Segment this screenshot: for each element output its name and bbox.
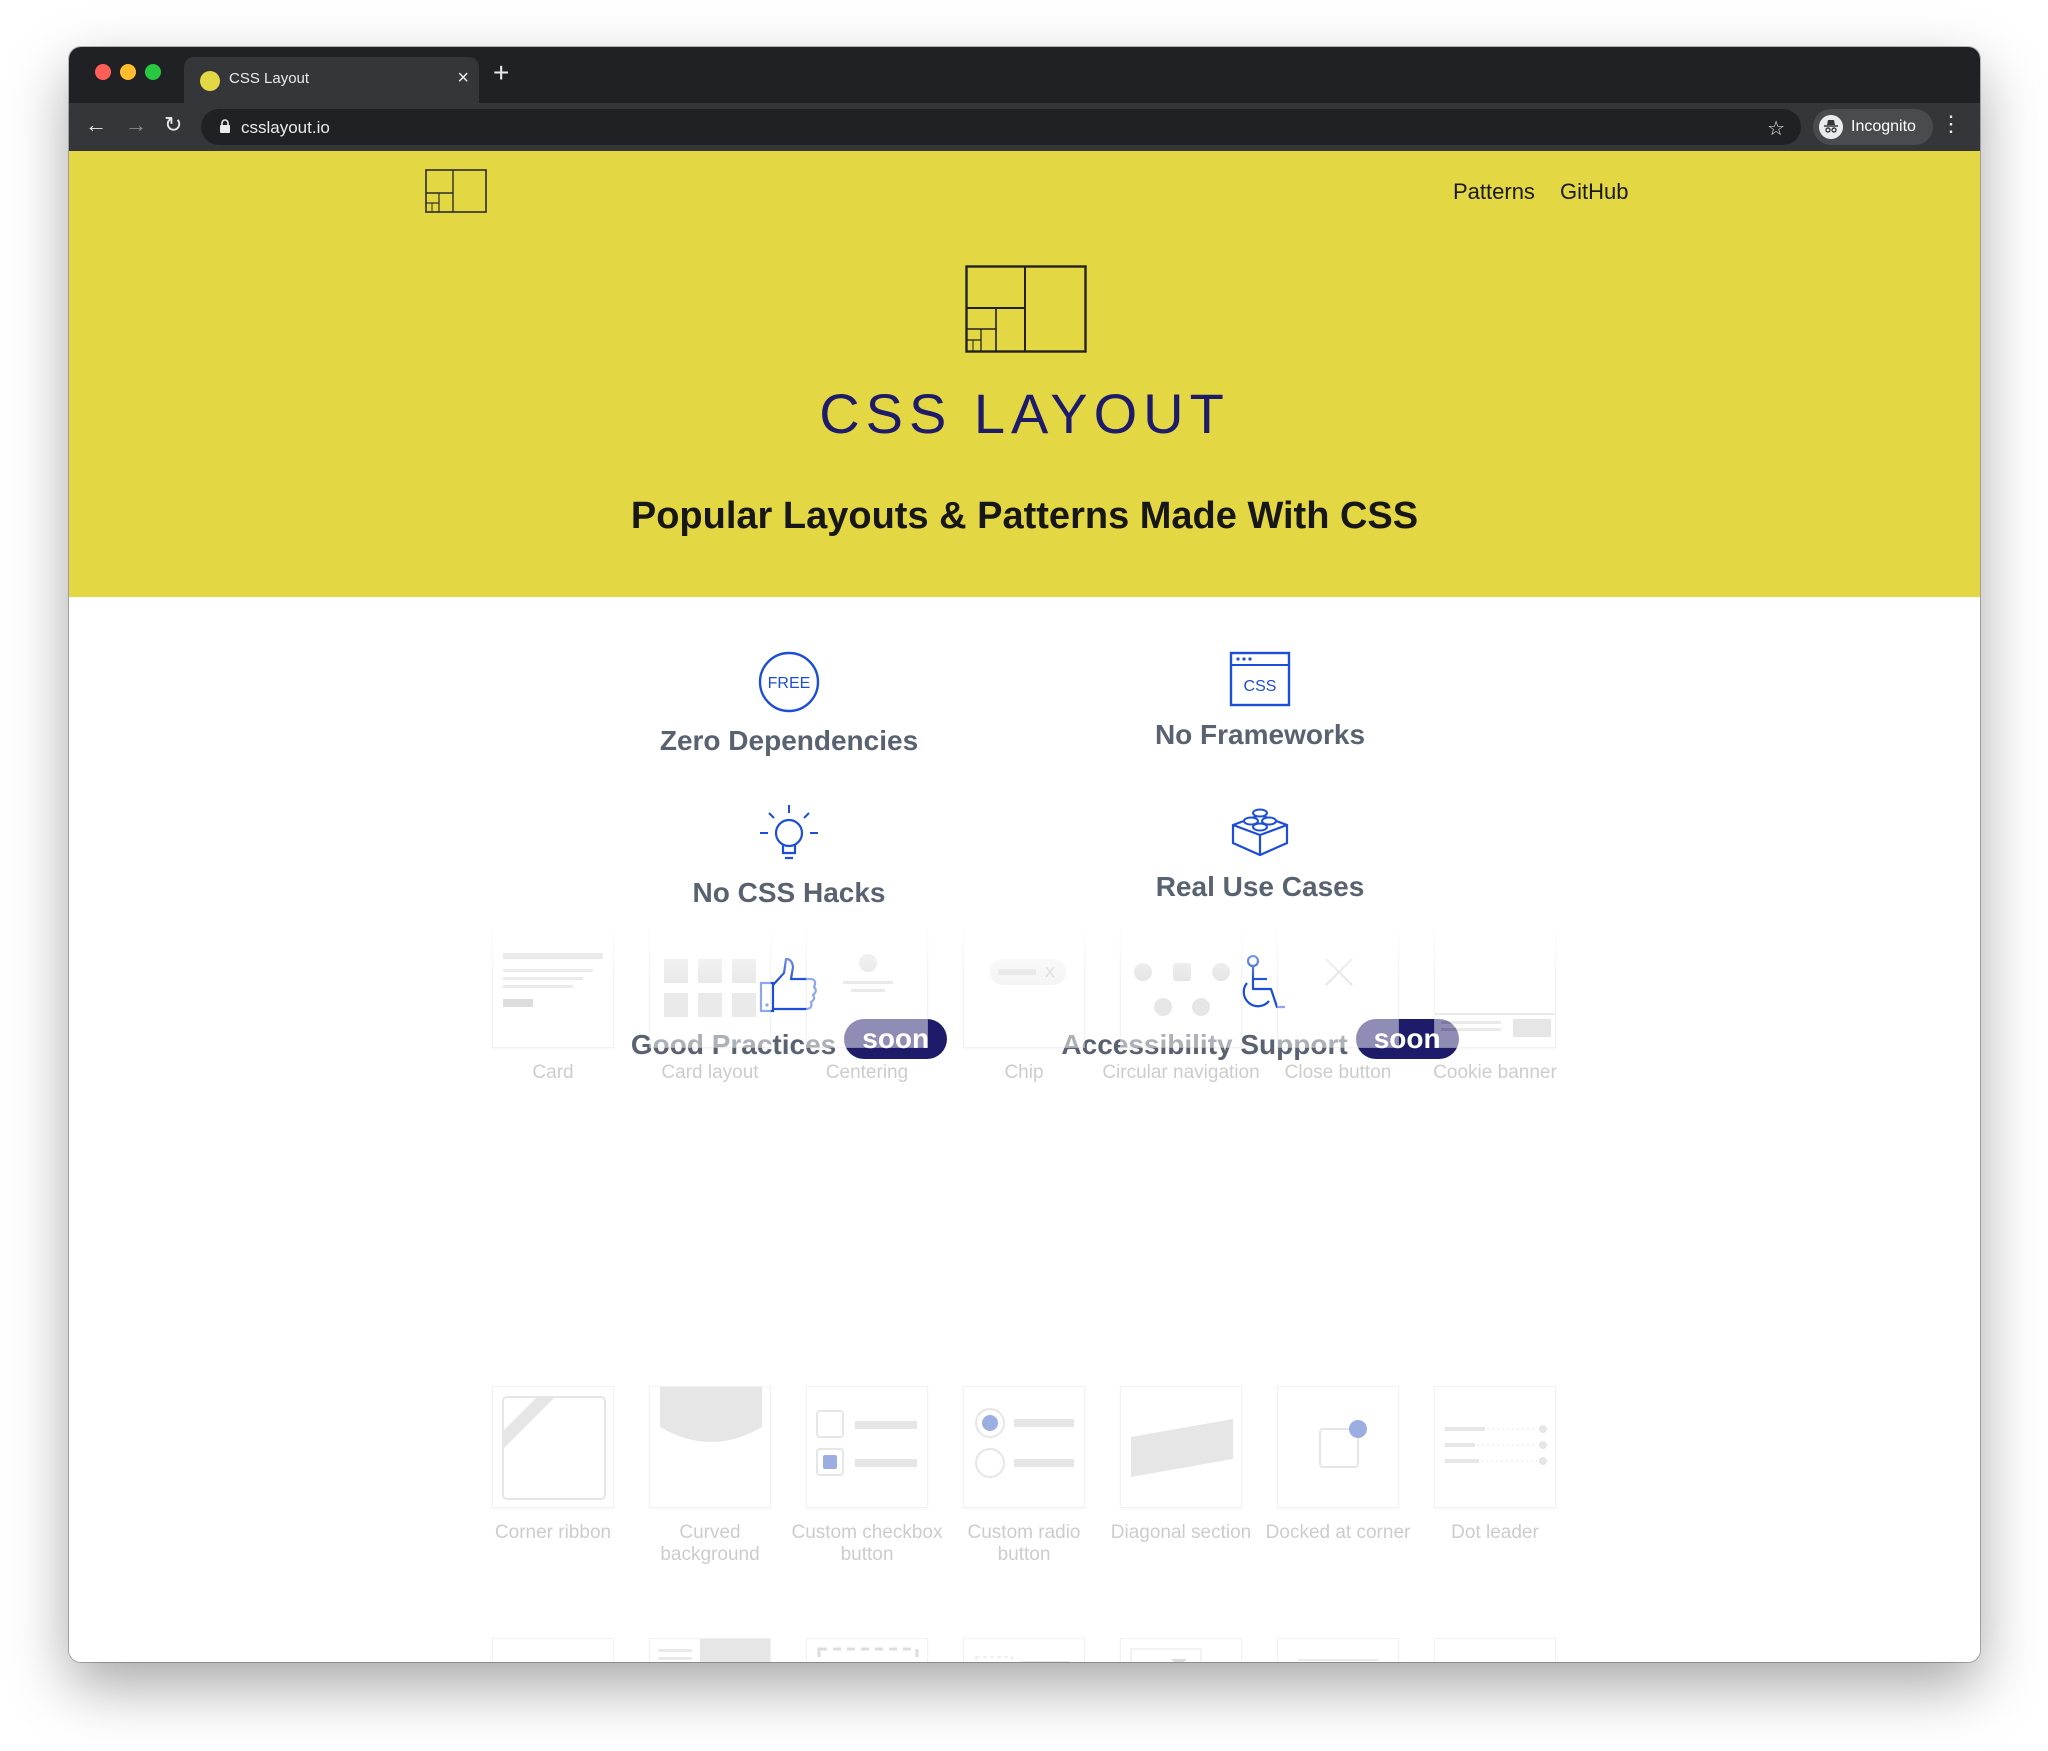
back-arrow-icon[interactable]: ← xyxy=(85,114,107,136)
pattern-label: Chip xyxy=(1004,1062,1044,1083)
pattern-thumbnail xyxy=(963,1386,1085,1508)
centering-thumbnail-icon xyxy=(843,954,893,992)
minimize-window-dot[interactable] xyxy=(120,64,136,80)
close-window-dot[interactable] xyxy=(95,64,111,80)
pattern-thumbnail xyxy=(806,1638,928,1662)
tab-close-icon[interactable]: × xyxy=(457,67,469,90)
pattern-thumbnail xyxy=(806,926,928,1048)
incognito-icon xyxy=(1819,115,1843,139)
diagonal-section-thumbnail-icon xyxy=(1131,1419,1233,1477)
lock-icon xyxy=(220,119,230,133)
pattern-label: Corner ribbon xyxy=(494,1522,612,1543)
desktop-backdrop: CSS Layout × + ← → ↻ csslayout.io ☆ Inco… xyxy=(0,0,2048,1751)
active-tab[interactable]: CSS Layout × xyxy=(184,57,479,103)
bookmark-star-icon[interactable]: ☆ xyxy=(1767,116,1785,141)
reload-icon[interactable]: ↻ xyxy=(164,114,182,136)
dashed-box-thumbnail-icon xyxy=(817,1647,919,1662)
pattern-thumbnail xyxy=(649,1638,771,1662)
pattern-thumbnail xyxy=(963,926,1085,1048)
page-content: Patterns GitHub CSS LAYOUT Popular Layou… xyxy=(69,151,1980,1662)
pattern-thumbnail xyxy=(492,1386,614,1508)
incognito-profile[interactable]: Incognito xyxy=(1813,109,1933,145)
card-thumbnail-icon xyxy=(503,953,603,1007)
circular-navigation-thumbnail-icon xyxy=(1134,963,1230,1016)
tab-strip: CSS Layout × + xyxy=(69,47,1980,103)
pattern-thumbnail xyxy=(1277,926,1399,1048)
pattern-label: Dot leader xyxy=(1451,1522,1539,1543)
cookie-banner-thumbnail-icon xyxy=(1435,1013,1555,1037)
custom-checkbox-thumbnail-icon xyxy=(816,1410,917,1476)
pattern-label: Centering xyxy=(825,1062,909,1083)
pattern-label: Diagonal section xyxy=(1110,1522,1252,1543)
pattern-label: Cookie banner xyxy=(1433,1062,1557,1083)
pattern-label: Card xyxy=(532,1062,574,1083)
corner-ribbon-thumbnail-icon xyxy=(502,1396,606,1500)
list-dots-thumbnail-icon xyxy=(1435,1639,1556,1662)
pattern-thumbnail xyxy=(1120,926,1242,1048)
pattern-label: Circular navigation xyxy=(1102,1062,1260,1083)
pattern-label: Card layout xyxy=(661,1062,759,1083)
text-lines-thumbnail-icon xyxy=(1298,1659,1378,1661)
split-thumbnail-icon xyxy=(658,1639,770,1662)
pattern-thumbnail xyxy=(1120,1638,1242,1662)
browser-window: CSS Layout × + ← → ↻ csslayout.io ☆ Inco… xyxy=(69,47,1980,1662)
patterns-grid: Card Card layout Centering Chip Circular… xyxy=(69,151,1980,1662)
pattern-thumbnail xyxy=(806,1386,928,1508)
pattern-thumbnail xyxy=(492,1638,614,1662)
forward-arrow-icon[interactable]: → xyxy=(125,114,147,136)
browser-toolbar: ← → ↻ csslayout.io ☆ Incognito ⋮ xyxy=(69,103,1980,151)
dot-leader-thumbnail-icon xyxy=(1445,1425,1547,1465)
pattern-thumbnail xyxy=(1277,1638,1399,1662)
drop-area-thumbnail-icon xyxy=(975,1656,1070,1662)
pattern-label: Custom radio button xyxy=(967,1522,1081,1565)
pattern-thumbnail xyxy=(1434,1386,1556,1508)
card-layout-thumbnail-icon xyxy=(664,959,756,1017)
pattern-thumbnail xyxy=(1277,1386,1399,1508)
curved-background-thumbnail-icon xyxy=(660,1387,762,1442)
close-button-thumbnail-icon xyxy=(1325,958,1353,986)
pattern-thumbnail xyxy=(492,926,614,1048)
favicon-icon xyxy=(200,71,220,91)
dropdown-thumbnail-icon xyxy=(1130,1648,1202,1662)
pattern-label: Docked at corner xyxy=(1265,1522,1411,1543)
browser-menu-icon[interactable]: ⋮ xyxy=(1940,113,1962,135)
pattern-label: Close button xyxy=(1284,1062,1392,1083)
chip-thumbnail-icon xyxy=(990,959,1066,985)
dots-thumbnail-icon xyxy=(493,1639,614,1662)
pattern-thumbnail xyxy=(1434,926,1556,1048)
pattern-thumbnail xyxy=(963,1638,1085,1662)
new-tab-icon[interactable]: + xyxy=(493,59,509,87)
pattern-thumbnail xyxy=(1120,1386,1242,1508)
tab-title: CSS Layout xyxy=(229,70,310,87)
pattern-thumbnail xyxy=(649,926,771,1048)
custom-radio-thumbnail-icon xyxy=(975,1408,1074,1478)
url-text: csslayout.io xyxy=(241,118,330,137)
profile-label: Incognito xyxy=(1851,118,1916,135)
pattern-thumbnail xyxy=(1434,1638,1556,1662)
docked-at-corner-thumbnail-icon xyxy=(1319,1420,1367,1468)
address-bar[interactable]: csslayout.io ☆ xyxy=(201,109,1801,145)
pattern-label: Curved background xyxy=(660,1522,760,1565)
maximize-window-dot[interactable] xyxy=(145,64,161,80)
pattern-thumbnail xyxy=(649,1386,771,1508)
pattern-label: Custom checkbox button xyxy=(791,1522,943,1565)
